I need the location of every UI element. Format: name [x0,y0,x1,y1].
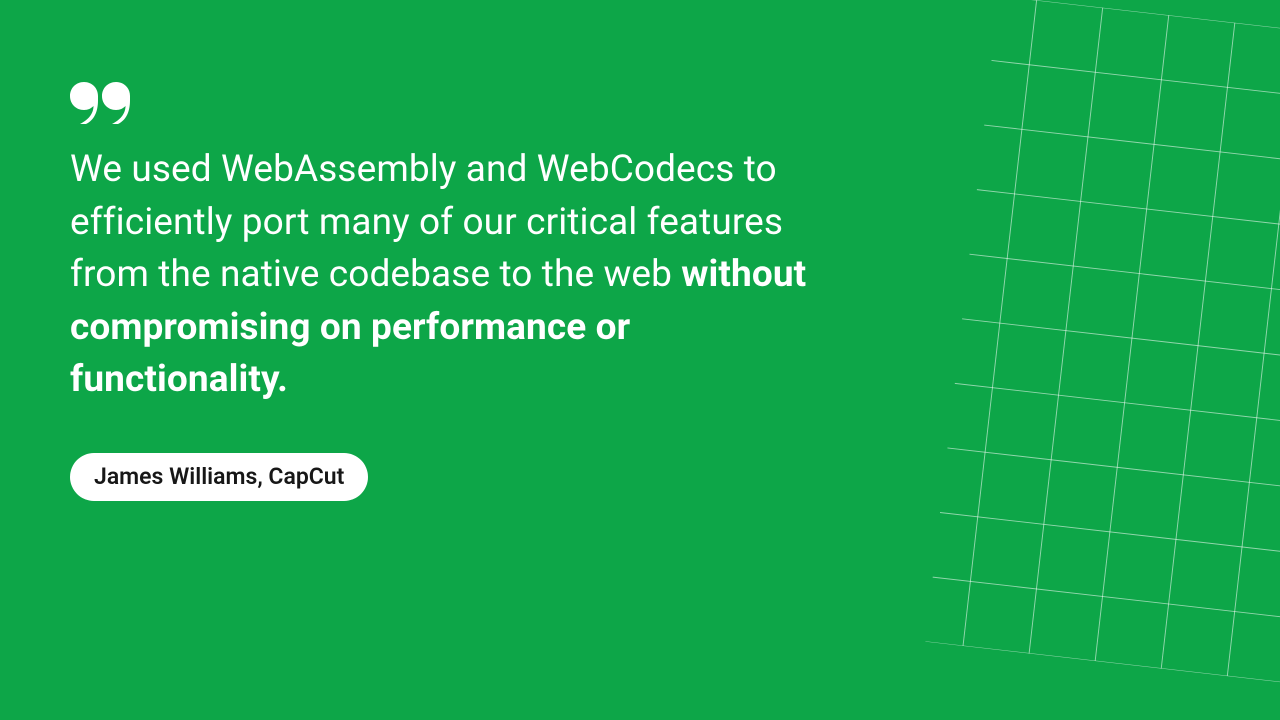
attribution-text: James Williams, CapCut [94,463,344,490]
quote-text: We used WebAssembly and WebCodecs to eff… [70,144,810,407]
quote-block: We used WebAssembly and WebCodecs to eff… [70,82,810,501]
attribution-pill: James Williams, CapCut [70,453,368,501]
opening-quote-icon [70,82,810,124]
decorative-grid [925,0,1280,685]
quote-text-normal: We used WebAssembly and WebCodecs to eff… [70,148,783,296]
